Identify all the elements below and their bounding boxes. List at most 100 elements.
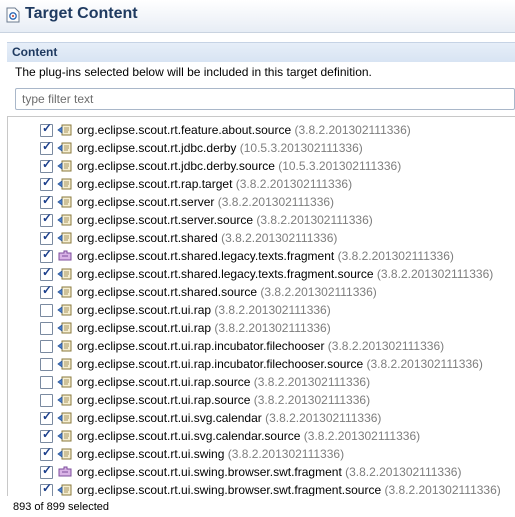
- plugin-row[interactable]: org.eclipse.scout.rt.ui.rap (3.8.2.20130…: [8, 302, 515, 320]
- plugin-row[interactable]: org.eclipse.scout.rt.ui.svg.calendar.sou…: [8, 427, 515, 446]
- plugin-icon: [57, 142, 72, 154]
- plugin-tree[interactable]: org.eclipse.scout.rt.feature.about.sourc…: [7, 116, 515, 496]
- plugin-row[interactable]: org.eclipse.scout.rt.ui.rap.source (3.8.…: [8, 392, 515, 410]
- plugin-label: org.eclipse.scout.rt.ui.rap.incubator.fi…: [77, 357, 483, 371]
- plugin-checkbox[interactable]: [40, 481, 53, 496]
- plugin-label: org.eclipse.scout.rt.feature.about.sourc…: [77, 123, 411, 137]
- plugin-checkbox[interactable]: [40, 427, 53, 443]
- plugin-row[interactable]: org.eclipse.scout.rt.server (3.8.2.20130…: [8, 193, 515, 212]
- plugin-name: org.eclipse.scout.rt.ui.rap: [77, 303, 212, 317]
- plugin-icon: [57, 430, 72, 442]
- plugin-row[interactable]: org.eclipse.scout.rt.jdbc.derby (10.5.3.…: [8, 139, 515, 158]
- plugin-row[interactable]: org.eclipse.scout.rt.ui.swing.browser.sw…: [8, 481, 515, 496]
- section-description: The plug-ins selected below will be incl…: [15, 65, 372, 79]
- plugin-checkbox[interactable]: [40, 394, 53, 407]
- plugin-row[interactable]: org.eclipse.scout.rt.feature.about.sourc…: [8, 121, 515, 140]
- plugin-version: (3.8.2.201302111336): [261, 411, 382, 425]
- plugin-checkbox[interactable]: [40, 358, 53, 371]
- plugin-label: org.eclipse.scout.rt.shared.legacy.texts…: [77, 267, 493, 281]
- plugin-label: org.eclipse.scout.rt.server (3.8.2.20130…: [77, 195, 334, 209]
- plugin-icon: [57, 196, 72, 208]
- plugin-checkbox[interactable]: [40, 283, 53, 299]
- plugin-row[interactable]: org.eclipse.scout.rt.ui.swing (3.8.2.201…: [8, 445, 515, 464]
- filter-input[interactable]: [15, 88, 515, 110]
- plugin-checkbox[interactable]: [40, 175, 53, 191]
- plugin-icon: [57, 178, 72, 190]
- plugin-row[interactable]: org.eclipse.scout.rt.jdbc.derby.source (…: [8, 157, 515, 176]
- plugin-version: (3.8.2.201302111336): [217, 231, 338, 245]
- plugin-name: org.eclipse.scout.rt.ui.rap: [77, 321, 212, 335]
- plugin-label: org.eclipse.scout.rt.shared.source (3.8.…: [77, 285, 377, 299]
- plugin-checkbox[interactable]: [40, 445, 53, 461]
- plugin-name: org.eclipse.scout.rt.shared.legacy.texts…: [77, 267, 374, 281]
- plugin-version: (3.8.2.201302111336): [232, 177, 353, 191]
- plugin-row[interactable]: org.eclipse.scout.rt.ui.rap (3.8.2.20130…: [8, 320, 515, 338]
- plugin-checkbox[interactable]: [40, 121, 53, 137]
- plugin-label: org.eclipse.scout.rt.rap.target (3.8.2.2…: [77, 177, 352, 191]
- plugin-version: (3.8.2.201302111336): [214, 195, 335, 209]
- plugin-checkbox[interactable]: [40, 193, 53, 209]
- plugin-icon: [57, 214, 72, 226]
- plugin-checkbox[interactable]: [40, 376, 53, 389]
- plugin-version: (10.5.3.201302111336): [274, 159, 402, 173]
- plugin-icon: [57, 124, 72, 136]
- plugin-checkbox[interactable]: [40, 247, 53, 263]
- plugin-name: org.eclipse.scout.rt.ui.svg.calendar.sou…: [77, 429, 301, 443]
- plugin-icon: [57, 286, 72, 298]
- plugin-row[interactable]: org.eclipse.scout.rt.shared (3.8.2.20130…: [8, 229, 515, 248]
- plugin-label: org.eclipse.scout.rt.ui.rap.source (3.8.…: [77, 393, 370, 407]
- plugin-name: org.eclipse.scout.rt.ui.rap.source: [77, 393, 251, 407]
- plugin-icon: [57, 484, 72, 496]
- plugin-icon: [57, 340, 72, 352]
- plugin-icon: [57, 448, 72, 460]
- plugin-name: org.eclipse.scout.rt.ui.svg.calendar: [77, 411, 262, 425]
- plugin-icon: [57, 322, 72, 334]
- content-section: Content The plug-ins selected below will…: [7, 42, 515, 517]
- plugin-row[interactable]: org.eclipse.scout.rt.ui.svg.calendar (3.…: [8, 409, 515, 428]
- plugin-checkbox[interactable]: [40, 139, 53, 155]
- plugin-name: org.eclipse.scout.rt.shared: [77, 231, 218, 245]
- plugin-version: (3.8.2.201302111336): [291, 123, 411, 137]
- plugin-row[interactable]: org.eclipse.scout.rt.ui.rap.source (3.8.…: [8, 374, 515, 392]
- plugin-label: org.eclipse.scout.rt.ui.swing.browser.sw…: [77, 465, 461, 479]
- plugin-label: org.eclipse.scout.rt.ui.rap.source (3.8.…: [77, 375, 370, 389]
- plugin-name: org.eclipse.scout.rt.shared.source: [77, 285, 258, 299]
- plugin-row[interactable]: org.eclipse.scout.rt.ui.swing.browser.sw…: [8, 463, 515, 482]
- plugin-row[interactable]: org.eclipse.scout.rt.shared.legacy.texts…: [8, 265, 515, 284]
- plugin-name: org.eclipse.scout.rt.shared.legacy.texts…: [77, 249, 335, 263]
- plugin-name: org.eclipse.scout.rt.jdbc.derby.source: [77, 159, 275, 173]
- page-title: Target Content: [25, 5, 138, 22]
- plugin-row[interactable]: org.eclipse.scout.rt.ui.rap.incubator.fi…: [8, 338, 515, 356]
- fragment-icon: [58, 466, 72, 477]
- plugin-name: org.eclipse.scout.rt.ui.swing.browser.sw…: [77, 465, 342, 479]
- plugin-name: org.eclipse.scout.rt.ui.rap.incubator.fi…: [77, 357, 364, 371]
- plugin-checkbox[interactable]: [40, 322, 53, 335]
- plugin-icon: [57, 268, 72, 280]
- plugin-row[interactable]: org.eclipse.scout.rt.shared.legacy.texts…: [8, 247, 515, 266]
- plugin-icon: [57, 232, 72, 244]
- plugin-version: (10.5.3.201302111336): [236, 141, 363, 155]
- plugin-version: (3.8.2.201302111336): [363, 357, 483, 371]
- plugin-icon: [57, 394, 72, 406]
- plugin-checkbox[interactable]: [40, 211, 53, 227]
- plugin-version: (3.8.2.201302111336): [341, 465, 462, 479]
- plugin-label: org.eclipse.scout.rt.jdbc.derby (10.5.3.…: [77, 141, 363, 155]
- selection-count: 893 of 899 selected: [13, 501, 110, 513]
- plugin-label: org.eclipse.scout.rt.server.source (3.8.…: [77, 213, 373, 227]
- plugin-name: org.eclipse.scout.rt.server.source: [77, 213, 254, 227]
- section-header[interactable]: Content: [7, 42, 515, 62]
- plugin-version: (3.8.2.201302111336): [381, 483, 501, 496]
- plugin-label: org.eclipse.scout.rt.ui.rap (3.8.2.20130…: [77, 321, 331, 335]
- plugin-row[interactable]: org.eclipse.scout.rt.server.source (3.8.…: [8, 211, 515, 230]
- plugin-row[interactable]: org.eclipse.scout.rt.ui.rap.incubator.fi…: [8, 356, 515, 374]
- plugin-label: org.eclipse.scout.rt.ui.swing (3.8.2.201…: [77, 447, 344, 461]
- plugin-row[interactable]: org.eclipse.scout.rt.rap.target (3.8.2.2…: [8, 175, 515, 194]
- plugin-checkbox[interactable]: [40, 304, 53, 317]
- plugin-checkbox[interactable]: [40, 463, 53, 479]
- plugin-row[interactable]: org.eclipse.scout.rt.shared.source (3.8.…: [8, 283, 515, 302]
- plugin-checkbox[interactable]: [40, 229, 53, 245]
- plugin-checkbox[interactable]: [40, 157, 53, 173]
- plugin-checkbox[interactable]: [40, 340, 53, 353]
- plugin-checkbox[interactable]: [40, 409, 53, 425]
- plugin-checkbox[interactable]: [40, 265, 53, 281]
